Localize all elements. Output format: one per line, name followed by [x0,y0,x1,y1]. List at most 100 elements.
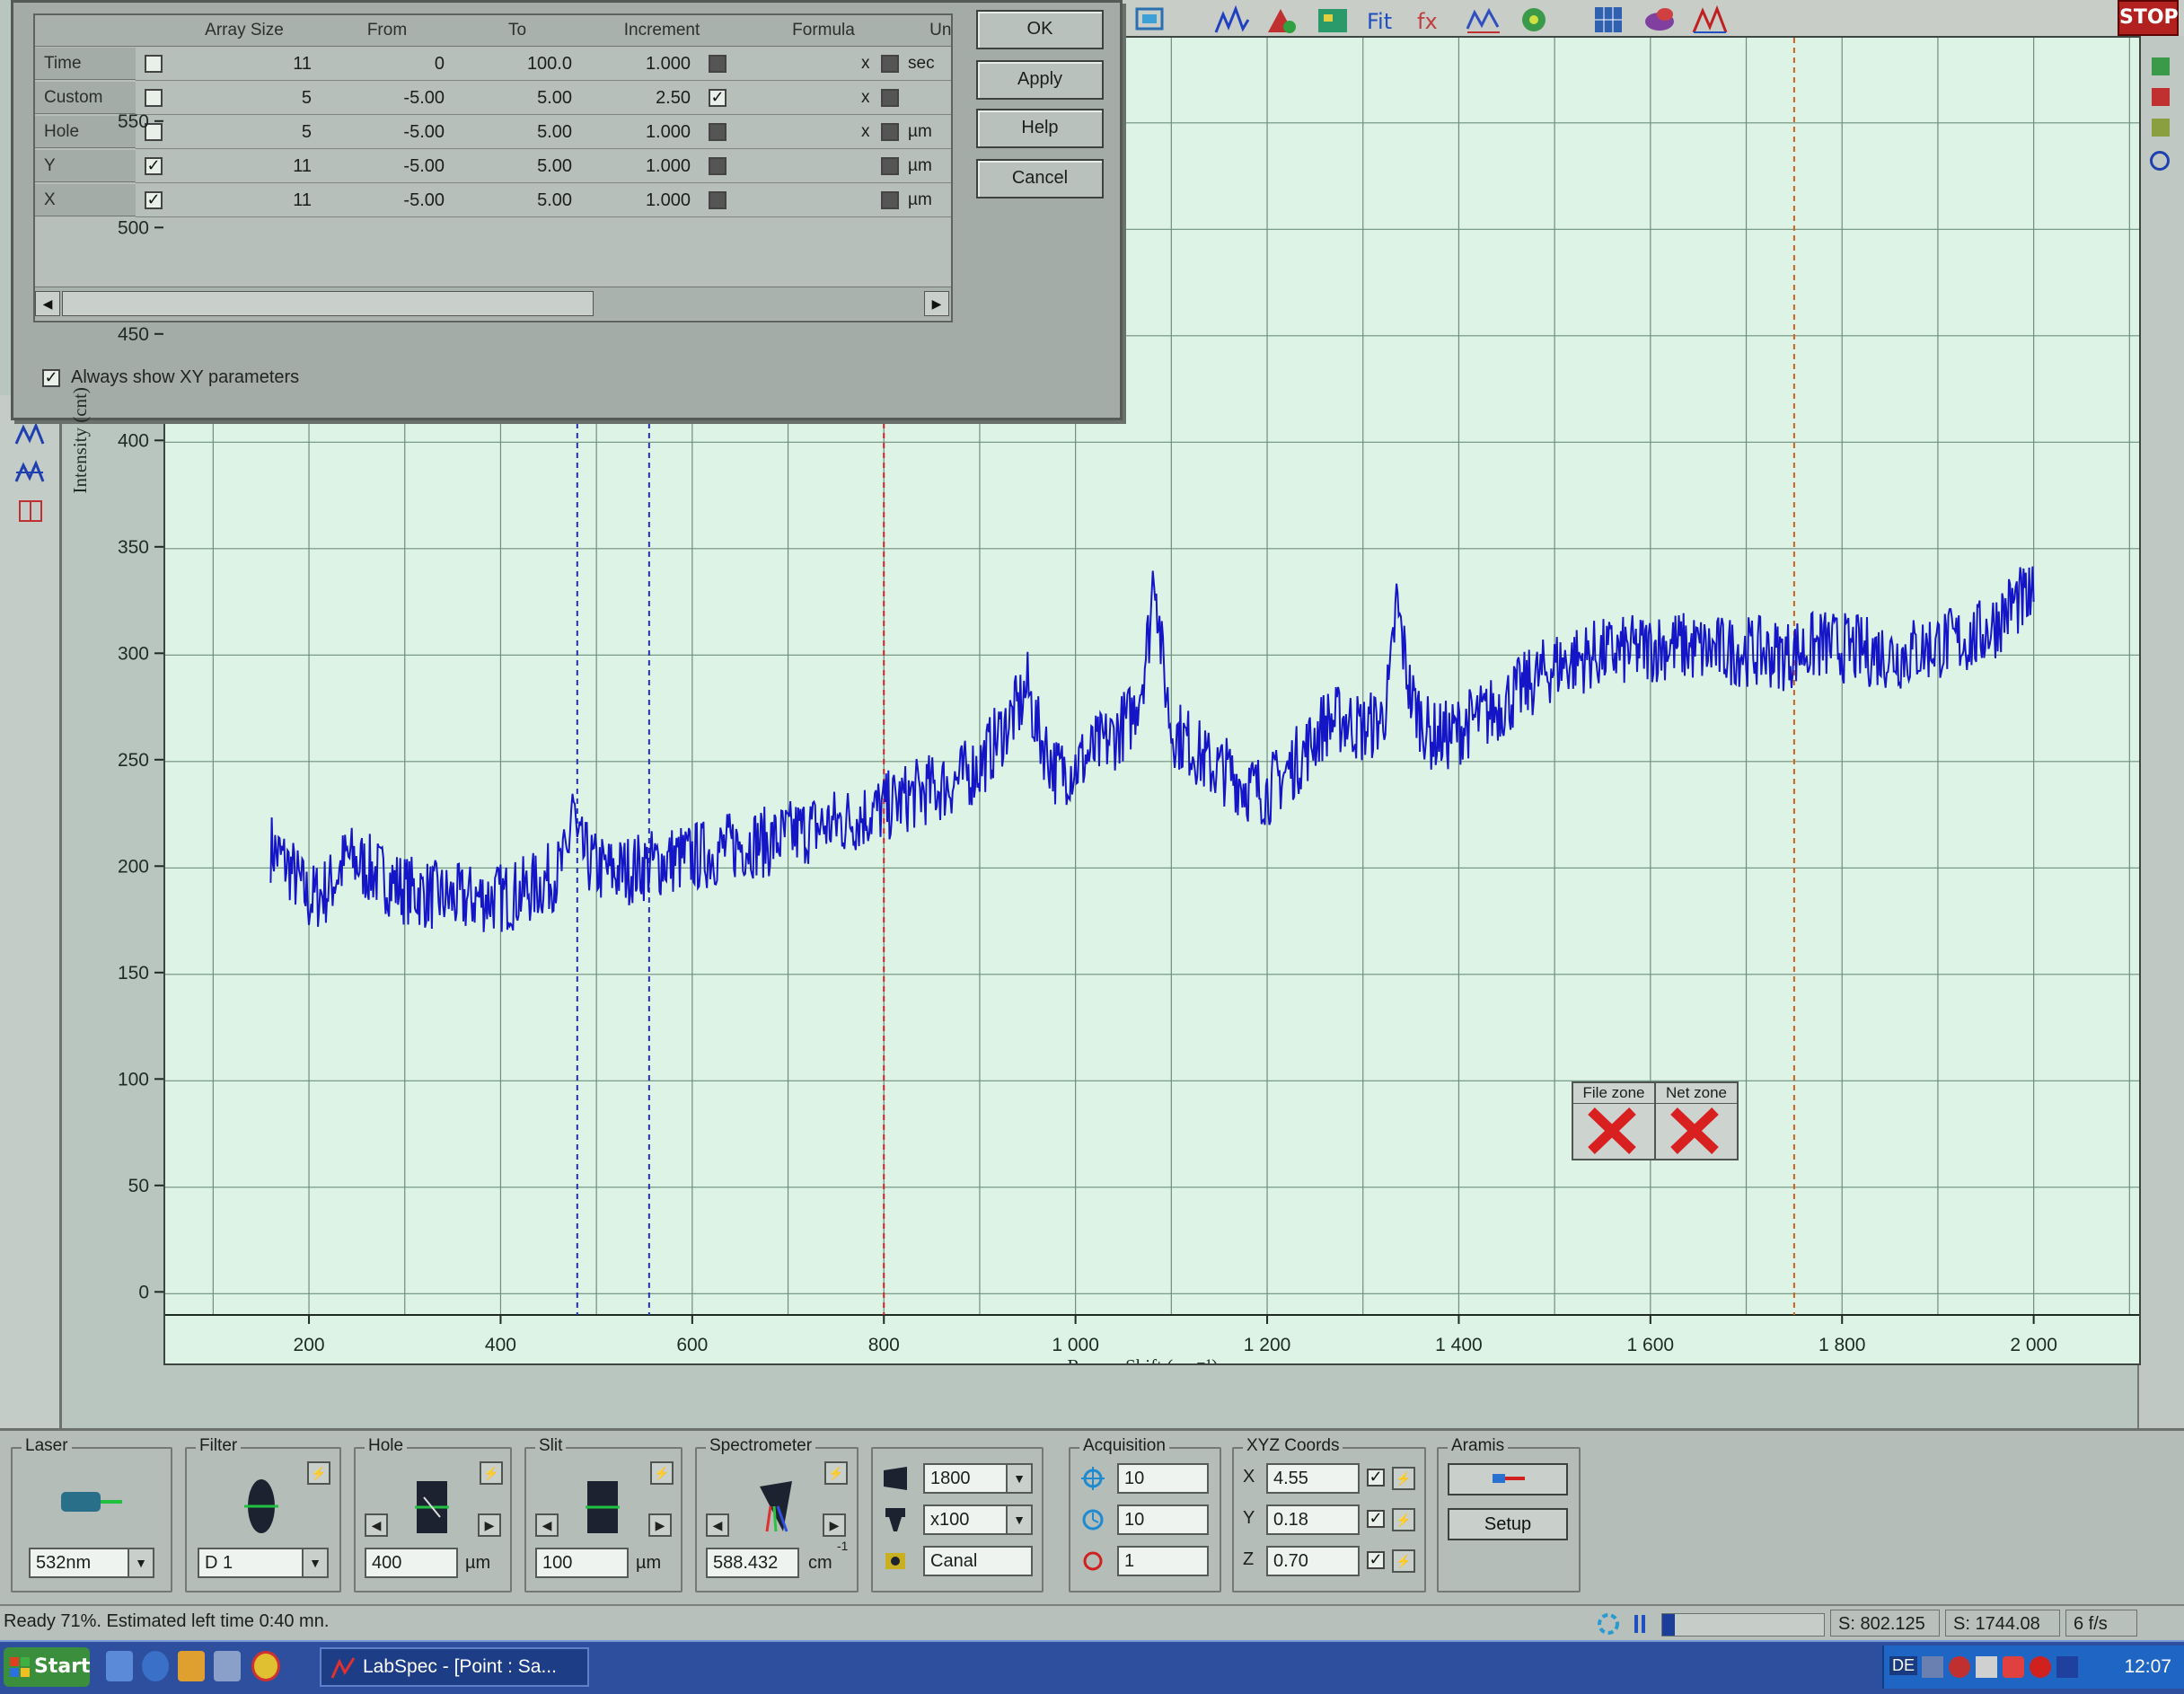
red-marker-icon[interactable] [2152,88,2170,106]
x-coord-go-button[interactable]: ⚡ [1392,1467,1415,1490]
cell-to[interactable]: 5.00 [454,82,581,114]
setup-button[interactable]: Setup [1448,1508,1568,1540]
acquisition-time-input[interactable]: 10 [1117,1463,1209,1494]
formula-checkbox[interactable] [881,55,899,73]
cell-inc[interactable]: 1.000 [581,184,700,216]
y-coord-checkbox[interactable]: ✓ [1367,1510,1385,1528]
peak-color-icon[interactable] [1263,2,1302,38]
table-hscrollbar[interactable]: ◀ ▶ [35,287,951,320]
task-button-labspec[interactable]: LabSpec - [Point : Sa... [320,1647,589,1687]
display-icon[interactable] [2056,1656,2078,1678]
cell-inc[interactable]: 1.000 [581,48,700,80]
hole-decrease-button[interactable]: ◀ [365,1513,388,1537]
fit-icon[interactable]: Fit [1363,2,1403,38]
formula-checkbox[interactable] [881,191,899,209]
profile-icon[interactable] [1640,2,1679,38]
quicklaunch-ie-icon[interactable] [142,1651,169,1681]
increment-checkbox[interactable] [709,157,727,175]
detector-input[interactable]: Canal [923,1546,1033,1576]
formula-checkbox[interactable] [881,157,899,175]
laser-select[interactable]: 532nm ▼ [29,1548,154,1578]
video-icon[interactable] [1514,2,1554,38]
slit-reset-button[interactable]: ⚡ [650,1461,674,1485]
cell-to[interactable]: 5.00 [454,116,581,148]
hole-increase-button[interactable]: ▶ [478,1513,501,1537]
scroll-right-button[interactable]: ▶ [924,291,949,316]
cell-from[interactable]: -5.00 [321,82,454,114]
x-coord-checkbox[interactable]: ✓ [1367,1469,1385,1487]
x-coord-input[interactable]: 4.55 [1266,1463,1360,1494]
update-icon[interactable] [2030,1656,2051,1678]
chevron-down-icon[interactable]: ▼ [1006,1506,1031,1533]
cell-inc[interactable]: 1.000 [581,116,700,148]
spectrometer-input[interactable]: 588.432 [706,1548,799,1578]
language-indicator[interactable]: DE [1889,1656,1918,1675]
cell-to[interactable]: 5.00 [454,184,581,216]
cell-size[interactable]: 11 [168,48,321,80]
network-icon[interactable] [1922,1656,1943,1678]
z-coord-input[interactable]: 0.70 [1266,1546,1360,1576]
baseline-icon[interactable] [1464,2,1503,38]
cell-from[interactable]: -5.00 [321,184,454,216]
increment-checkbox[interactable]: ✓ [709,89,727,107]
usb-icon[interactable] [1976,1656,1997,1678]
quicklaunch-media-icon[interactable] [251,1651,280,1681]
spectrometer-decrease-button[interactable]: ◀ [706,1513,729,1537]
cell-to[interactable]: 5.00 [454,150,581,182]
slit-increase-button[interactable]: ▶ [648,1513,672,1537]
chevron-down-icon[interactable]: ▼ [302,1549,327,1576]
security-icon[interactable] [1949,1656,1970,1678]
help-button[interactable]: Help [976,109,1104,148]
grid-map-icon[interactable] [1590,2,1629,38]
apply-button[interactable]: Apply [976,60,1104,100]
cell-from[interactable]: 0 [321,48,454,80]
y-coord-go-button[interactable]: ⚡ [1392,1508,1415,1531]
overlay-spectra-icon[interactable] [1690,2,1730,38]
spectrum-icon[interactable] [1212,2,1252,38]
start-button[interactable]: Start [4,1647,91,1687]
objective-select[interactable]: x100 ▼ [923,1504,1033,1535]
cell-size[interactable]: 11 [168,150,321,182]
olive-marker-icon[interactable] [2152,119,2170,137]
spectrometer-increase-button[interactable]: ▶ [823,1513,846,1537]
cell-size[interactable]: 5 [168,116,321,148]
cell-size[interactable]: 5 [168,82,321,114]
quicklaunch-folder-icon[interactable] [178,1651,205,1681]
cancel-button[interactable]: Cancel [976,159,1104,199]
chevron-down-icon[interactable]: ▼ [128,1549,153,1576]
increment-checkbox[interactable] [709,55,727,73]
increment-checkbox[interactable] [709,123,727,141]
net-zone-indicator[interactable]: Net zone [1654,1081,1739,1160]
accumulation-input[interactable]: 10 [1117,1504,1209,1535]
file-zone-indicator[interactable]: File zone [1572,1081,1656,1160]
stop-button[interactable]: STOP [2118,0,2179,36]
hole-input[interactable]: 400 [365,1548,458,1578]
map-icon[interactable] [1313,2,1352,38]
chevron-down-icon[interactable]: ▼ [1006,1465,1031,1492]
repeat-count-input[interactable]: 1 [1117,1546,1209,1576]
aramis-status-button[interactable] [1448,1463,1568,1495]
antivirus-icon[interactable] [2003,1656,2024,1678]
quicklaunch-tool-icon[interactable] [214,1651,241,1681]
increment-checkbox[interactable] [709,191,727,209]
cell-inc[interactable]: 1.000 [581,150,700,182]
z-coord-go-button[interactable]: ⚡ [1392,1549,1415,1573]
function-icon[interactable]: fx [1413,2,1453,38]
cursor-tool-icon[interactable] [18,499,43,523]
y-coord-input[interactable]: 0.18 [1266,1504,1360,1535]
frame-icon[interactable] [1130,2,1169,38]
autoscale-icon[interactable] [14,460,45,485]
cell-from[interactable]: -5.00 [321,116,454,148]
filter-select[interactable]: D 1 ▼ [198,1548,329,1578]
formula-checkbox[interactable] [881,123,899,141]
hole-reset-button[interactable]: ⚡ [480,1461,503,1485]
grating-select[interactable]: 1800 ▼ [923,1463,1033,1494]
ok-button[interactable]: OK [976,10,1104,49]
pause-icon[interactable] [1633,1613,1647,1635]
cell-to[interactable]: 100.0 [454,48,581,80]
spectrometer-reset-button[interactable]: ⚡ [824,1461,848,1485]
zoom-peak-icon[interactable] [14,422,45,447]
quicklaunch-desktop-icon[interactable] [106,1651,133,1681]
cell-size[interactable]: 11 [168,184,321,216]
always-show-checkbox[interactable]: ✓ [42,369,60,387]
